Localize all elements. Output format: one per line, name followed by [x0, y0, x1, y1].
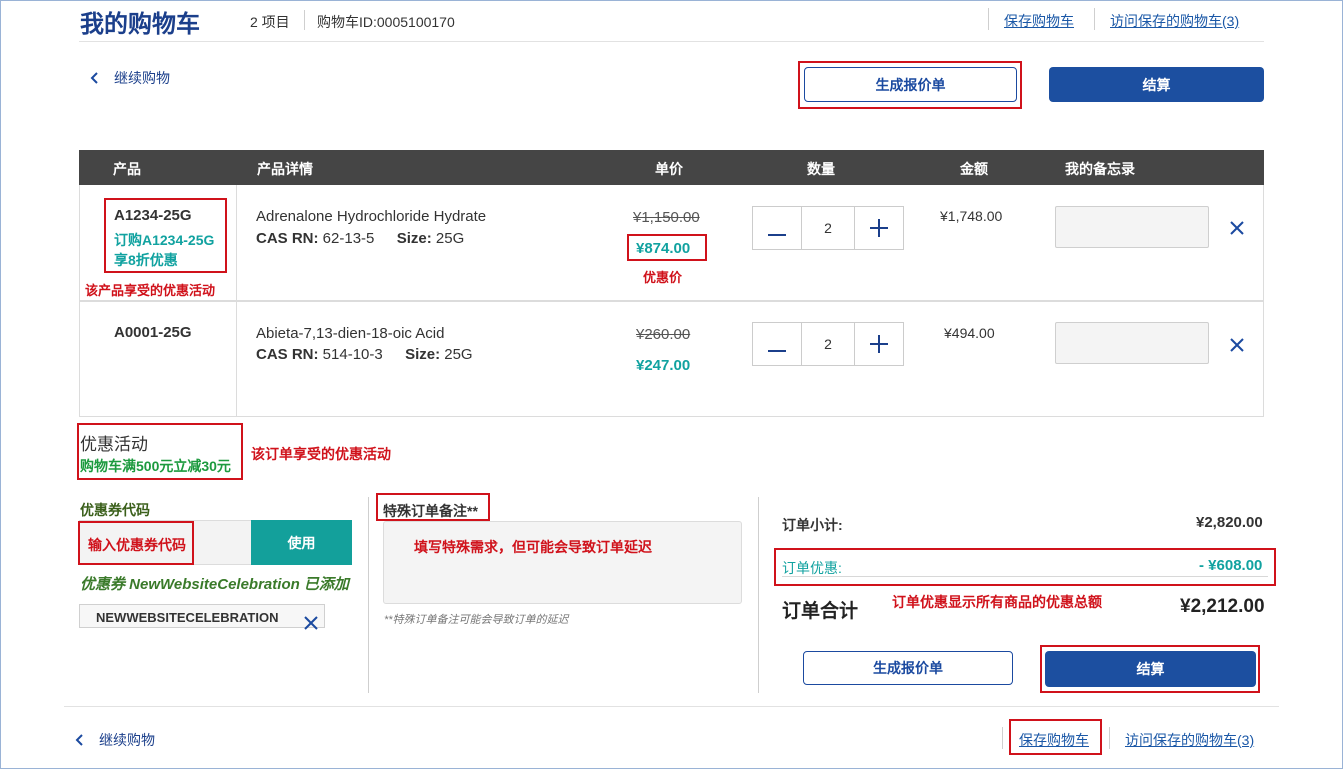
section-divider	[368, 497, 369, 693]
discount-price: ¥874.00	[636, 240, 691, 257]
continue-shopping-label: 继续购物	[99, 732, 155, 748]
chevron-left-icon	[88, 71, 102, 85]
page-title: 我的购物车	[80, 11, 200, 38]
coupon-added-message: 优惠券 NewWebsiteCelebration 已添加	[80, 576, 349, 593]
line-amount: ¥1,748.00	[940, 208, 1003, 224]
col-amount: 金额	[960, 161, 988, 177]
continue-shopping-bottom[interactable]: 继续购物	[73, 730, 155, 750]
coupon-input[interactable]: 输入优惠券代码	[79, 520, 251, 565]
col-quantity: 数量	[807, 161, 835, 177]
header-divider	[79, 41, 1264, 42]
plus-icon	[870, 329, 888, 360]
total-label: 订单合计	[782, 601, 859, 622]
decrease-quantity-button[interactable]	[753, 323, 801, 365]
promotion-title: 优惠活动	[80, 435, 148, 454]
close-icon[interactable]	[1229, 335, 1245, 357]
special-notes-label: 特殊订单备注**	[383, 503, 478, 519]
quantity-input[interactable]: 2	[801, 207, 855, 249]
continue-shopping-top[interactable]: 继续购物	[88, 68, 170, 88]
col-product: 产品	[113, 161, 141, 177]
product-promo-line1: 订购A1234-25G	[114, 232, 215, 248]
save-cart-link-bottom[interactable]: 保存购物车	[1019, 730, 1089, 750]
column-divider	[236, 302, 237, 416]
size-label: Size:	[405, 346, 441, 363]
annotation-notes-hint: 填写特殊需求，但可能会导致订单延迟	[414, 539, 652, 555]
generate-quote-button-bottom[interactable]: 生成报价单	[803, 651, 1013, 685]
continue-shopping-label: 继续购物	[114, 70, 170, 86]
close-icon[interactable]	[1229, 218, 1245, 240]
size-value: 25G	[444, 346, 473, 363]
promotion-detail: 购物车满500元立减30元	[80, 458, 231, 474]
discount-label: 订单优惠:	[782, 560, 842, 576]
col-unit-price: 单价	[655, 161, 683, 177]
quantity-stepper: 2	[752, 322, 904, 366]
divider	[988, 8, 989, 30]
summary-divider	[782, 576, 1268, 577]
annotation-order-promo: 该订单享受的优惠活动	[251, 446, 391, 462]
memo-input[interactable]	[1055, 322, 1209, 364]
quantity-stepper: 2	[752, 206, 904, 250]
cas-label: CAS RN:	[256, 346, 319, 363]
coupon-label: 优惠券代码	[80, 502, 150, 518]
total-value: ¥2,212.00	[1180, 596, 1265, 617]
subtotal-value: ¥2,820.00	[1196, 514, 1263, 531]
apply-coupon-button[interactable]: 使用	[251, 520, 352, 565]
checkout-button-top[interactable]: 结算	[1049, 67, 1264, 102]
plus-icon	[870, 213, 888, 244]
column-divider	[236, 185, 237, 300]
coupon-placeholder: 输入优惠券代码	[88, 537, 186, 553]
decrease-quantity-button[interactable]	[753, 207, 801, 249]
divider	[1094, 8, 1095, 30]
cas-value: 514-10-3	[322, 346, 383, 363]
generate-quote-button-top[interactable]: 生成报价单	[804, 67, 1017, 102]
discount-price: ¥247.00	[636, 357, 691, 374]
product-promo-line2: 享8折优惠	[114, 252, 178, 268]
product-sku: A1234-25G	[114, 207, 192, 224]
divider	[1109, 727, 1110, 749]
divider	[304, 10, 305, 30]
increase-quantity-button[interactable]	[855, 323, 903, 365]
size-label: Size:	[396, 230, 432, 247]
col-memo: 我的备忘录	[1065, 161, 1135, 177]
product-name: Adrenalone Hydrochloride Hydrate	[256, 208, 487, 225]
applied-coupon-code: NEWWEBSITECELEBRATION	[96, 610, 279, 625]
cas-value: 62-13-5	[322, 230, 375, 247]
memo-input[interactable]	[1055, 206, 1209, 248]
saved-carts-link[interactable]: 访问保存的购物车(3)	[1110, 11, 1239, 31]
product-meta: CAS RN: 62-13-5 Size: 25G	[256, 230, 464, 247]
original-price: ¥260.00	[636, 326, 691, 343]
line-amount: ¥494.00	[944, 325, 995, 341]
chevron-left-icon	[73, 733, 87, 747]
cart-table-header: 产品 产品详情 单价 数量 金额 我的备忘录	[79, 150, 1264, 185]
divider	[1002, 727, 1003, 749]
annotation-discount-price: 优惠价	[643, 270, 683, 285]
minus-icon	[768, 329, 786, 360]
increase-quantity-button[interactable]	[855, 207, 903, 249]
product-sku: A0001-25G	[114, 324, 192, 341]
quantity-input[interactable]: 2	[801, 323, 855, 365]
product-meta: CAS RN: 514-10-3 Size: 25G	[256, 346, 473, 363]
footer-divider	[64, 706, 1279, 707]
minus-icon	[768, 213, 786, 244]
save-cart-link[interactable]: 保存购物车	[1004, 11, 1074, 31]
annotation-product-promo: 该产品享受的优惠活动	[85, 283, 216, 298]
discount-value: - ¥608.00	[1199, 557, 1263, 574]
subtotal-label: 订单小计:	[782, 517, 843, 533]
col-details: 产品详情	[257, 161, 313, 177]
section-divider	[758, 497, 759, 693]
saved-carts-link-bottom[interactable]: 访问保存的购物车(3)	[1125, 730, 1254, 750]
product-name: Abieta-7,13-dien-18-oic Acid	[256, 325, 445, 342]
item-count: 2 项目	[250, 14, 290, 30]
special-notes-hint: **特殊订单备注可能会导致订单的延迟	[384, 614, 569, 626]
cas-label: CAS RN:	[256, 230, 319, 247]
cart-id: 购物车ID:0005100170	[317, 14, 455, 30]
close-icon[interactable]	[304, 612, 318, 634]
special-notes-textarea[interactable]: 填写特殊需求，但可能会导致订单延迟	[383, 521, 742, 604]
annotation-discount-total: 订单优惠显示所有商品的优惠总额	[892, 594, 1102, 610]
applied-coupon-tag: NEWWEBSITECELEBRATION	[79, 604, 325, 628]
size-value: 25G	[435, 230, 465, 247]
original-price: ¥1,150.00	[633, 209, 700, 226]
checkout-button-bottom[interactable]: 结算	[1045, 651, 1256, 687]
